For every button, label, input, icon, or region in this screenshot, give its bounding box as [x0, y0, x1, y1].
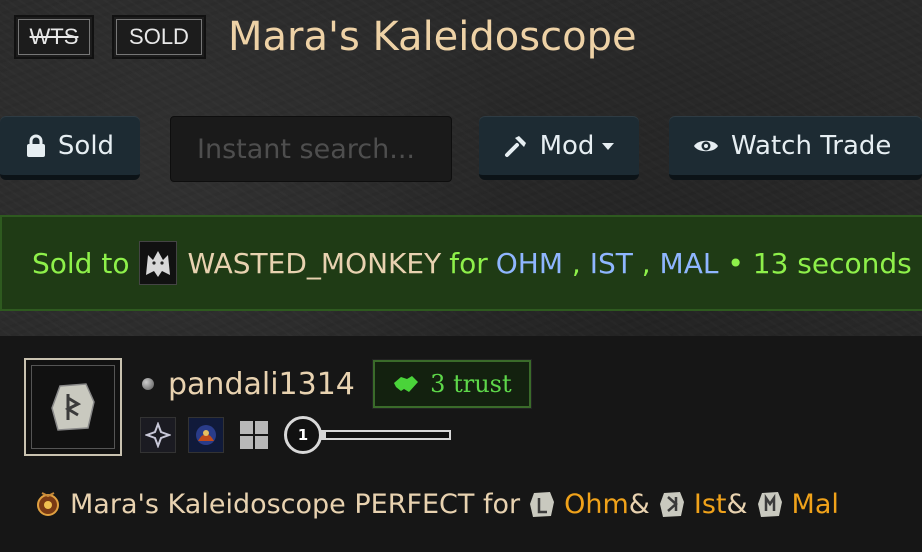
watch-trade-label: Watch Trade [731, 130, 892, 161]
sold-button-label: Sold [57, 130, 115, 161]
game-mode-icon [188, 417, 224, 453]
handshake-icon [392, 373, 420, 395]
listing-text: Mara's Kaleidoscope PERFECT for [70, 488, 521, 520]
rune-icon [754, 488, 786, 520]
listing-rune-ist: Ist [693, 488, 727, 520]
sold-to-text: Sold to [32, 246, 130, 280]
page-title: Mara's Kaleidoscope [228, 14, 637, 60]
banner-separator: , [562, 246, 590, 280]
seller-username[interactable]: pandali1314 [168, 367, 355, 402]
sold-banner: Sold to WASTED_MONKEY for OHM , IST , MA… [0, 215, 922, 311]
sold-timestamp: • 13 seconds ago [727, 246, 922, 280]
rune-icon [656, 488, 688, 520]
offline-status-icon [142, 378, 154, 390]
banner-rune-mal: MAL [659, 246, 719, 280]
search-input[interactable] [170, 116, 452, 182]
chevron-down-icon [602, 143, 615, 150]
trust-badge[interactable]: 3 trust [371, 359, 532, 409]
lock-icon [26, 134, 46, 158]
windows-icon [240, 421, 268, 449]
ampersand: & [726, 488, 748, 520]
toolbar: Sold Mod Watch Trade [0, 116, 922, 186]
banner-rune-ohm: OHM [495, 246, 563, 280]
trade-card: pandali1314 3 trust 1 Mara's Kaleidoscop… [0, 336, 922, 552]
sold-button[interactable]: Sold [0, 116, 140, 180]
banner-rune-ist: IST [589, 246, 633, 280]
rune-icon [526, 488, 558, 520]
listing-rune-ohm: Ohm [564, 488, 629, 520]
seller-row: pandali1314 3 trust [142, 359, 532, 409]
level-progress-bar [319, 430, 451, 440]
sold-tag: SOLD [112, 15, 206, 59]
eye-icon [693, 136, 719, 156]
listing-description: Mara's Kaleidoscope PERFECT for Ohm & Is… [32, 488, 839, 520]
for-text: for [449, 246, 488, 280]
rune-icon [31, 365, 115, 449]
mod-button-label: Mod [539, 130, 595, 161]
amulet-icon [32, 488, 64, 520]
mod-dropdown-button[interactable]: Mod [479, 116, 639, 180]
banner-separator: , [632, 246, 660, 280]
hammer-icon [504, 134, 528, 158]
watch-trade-button[interactable]: Watch Trade [669, 116, 922, 180]
trust-label: 3 trust [430, 370, 512, 398]
wts-tag: WTS [14, 15, 94, 59]
seller-level: 1 [284, 416, 451, 454]
listing-rune-mal: Mal [791, 488, 839, 520]
level-number: 1 [284, 416, 322, 454]
avatar[interactable] [24, 358, 122, 456]
header: WTS SOLD Mara's Kaleidoscope [14, 14, 637, 60]
wolf-avatar-icon [139, 241, 178, 285]
seller-platform-icons: 1 [140, 416, 451, 454]
class-sigil-icon [140, 417, 176, 453]
ampersand: & [628, 488, 650, 520]
buyer-name[interactable]: WASTED_MONKEY [187, 247, 441, 280]
